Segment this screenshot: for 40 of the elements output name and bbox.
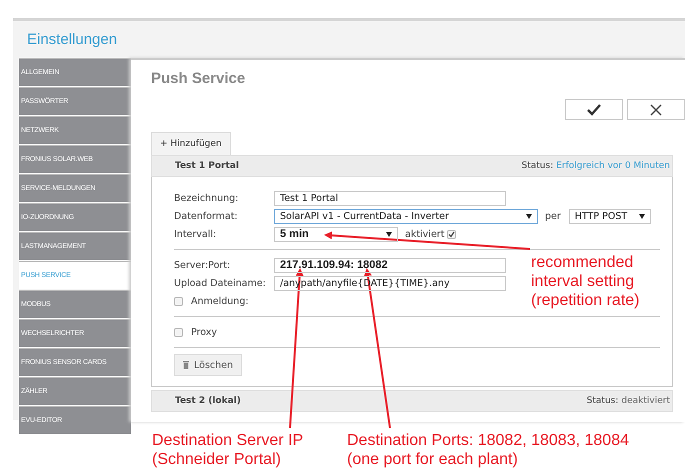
proxy-label: Proxy	[191, 326, 218, 338]
proxy-checkbox[interactable]	[174, 328, 183, 336]
entry-name: Test 2 (lokal)	[175, 396, 242, 406]
status-label: Status:	[522, 161, 554, 171]
login-checkbox[interactable]	[174, 296, 183, 306]
login-label: Anmeldung:	[191, 296, 249, 306]
per-label: per	[545, 210, 561, 222]
confirm-button[interactable]	[565, 99, 623, 120]
entry-header[interactable]: Test 1 Portal Status: Erfolgreich vor 0 Minuten	[151, 155, 673, 177]
caret-icon	[386, 232, 392, 236]
method-dropdown[interactable]: HTTP POST	[568, 208, 651, 224]
field-label: Datenformat:	[174, 210, 239, 222]
entry-name: Test 1 Portal	[175, 161, 240, 171]
delete-button[interactable]: Löschen	[174, 354, 242, 376]
status-text: Erfolgreich vor 0 Minuten	[556, 161, 670, 171]
page-title: Push Service	[151, 69, 246, 89]
field-label: Intervall:	[174, 228, 218, 240]
name-field[interactable]: Test 1 Portal	[274, 190, 506, 206]
annotation-text: Destination Ports: 18082, 18083, 18084 (one port for each plant)	[347, 431, 629, 469]
entry-header[interactable]: Test 2 (lokal) Status: deaktiviert	[151, 390, 673, 412]
add-button[interactable]: + Hinzufügen	[151, 132, 231, 155]
caret-icon	[638, 214, 645, 218]
status-label: Status:	[586, 396, 618, 406]
window-title: Einstellungen	[26, 30, 118, 50]
server-port-field[interactable]: 217.91.109.94: 18082	[274, 258, 506, 272]
field-label: Upload Dateiname:	[174, 278, 267, 288]
activated-checkbox[interactable]	[447, 230, 456, 238]
close-icon	[650, 104, 662, 116]
format-dropdown[interactable]: SolarAPI v1 - CurrentData - Inverter	[274, 208, 538, 224]
field-label: Server:Port:	[174, 260, 232, 270]
status-text: deaktiviert	[621, 396, 670, 406]
caret-icon	[526, 214, 532, 218]
trash-icon	[183, 361, 189, 369]
interval-dropdown[interactable]: 5 min	[274, 226, 398, 242]
check-icon	[587, 104, 601, 116]
activated-label: aktiviert	[405, 228, 444, 240]
close-button[interactable]	[627, 99, 685, 120]
annotation-text: recommended interval setting (repetition rate)	[531, 253, 640, 310]
field-label: Bezeichnung:	[174, 192, 240, 204]
annotation-text: Destination Server IP (Schneider Portal)	[152, 431, 304, 469]
